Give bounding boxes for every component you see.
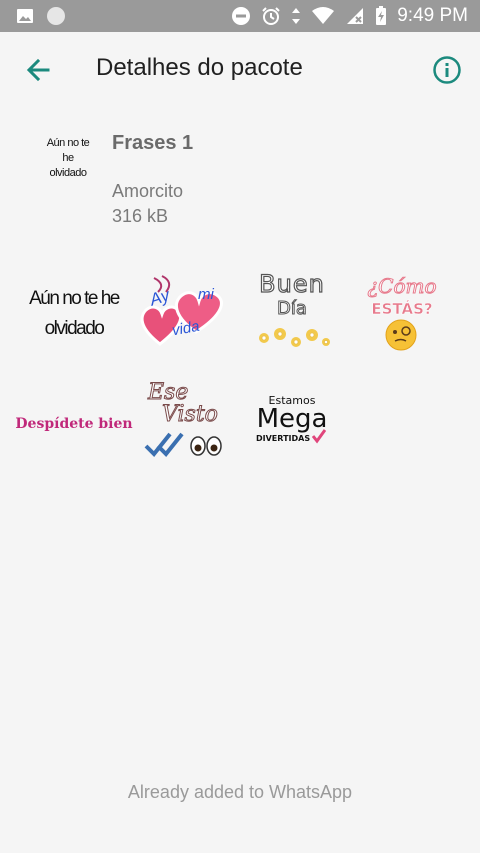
pack-name: Frases 1 <box>112 132 194 154</box>
pack-size: 316 kB <box>112 206 169 226</box>
app-bar: Detalhes do pacote <box>0 32 480 108</box>
double-check-eyes-icon <box>144 432 222 457</box>
sticker-buen-dia[interactable]: Buen Día <box>246 268 338 360</box>
dnd-icon <box>232 7 251 25</box>
battery-charging-icon <box>376 6 387 25</box>
hearts-icon <box>140 275 223 346</box>
sticker-ay-mi-vida[interactable]: Ay mi vida <box>138 270 230 362</box>
arrow-left-icon[interactable] <box>24 56 52 84</box>
wifi-icon <box>312 7 335 24</box>
info-icon[interactable] <box>432 55 462 85</box>
circle-icon <box>47 7 65 25</box>
sticker-aun-no-te-he-olvidado[interactable]: Aún no te he olvidado <box>28 268 120 360</box>
status-bar: 9:49 PM <box>0 0 480 32</box>
pink-check-icon <box>312 429 326 444</box>
sticker-text: Aún no te he olvidado <box>29 288 120 339</box>
thinking-face-icon <box>385 319 417 351</box>
sticker-estamos-mega-divertidas[interactable]: Estamos Mega DIVERTIDAS <box>246 378 338 470</box>
signal-icon <box>347 8 364 24</box>
data-arrows-icon <box>292 8 301 24</box>
already-added-status: Already added to WhatsApp <box>127 782 353 802</box>
sticker-despidete-bien[interactable]: Despídete bien <box>15 378 132 470</box>
pack-tray-icon: Aún no te he olvidado <box>40 136 96 181</box>
sticker-ese-visto[interactable]: Ese Visto <box>138 378 230 470</box>
alarm-icon <box>262 7 280 25</box>
flowers-icon <box>259 328 330 347</box>
status-time: 9:49 PM <box>397 5 468 26</box>
sticker-como-estas[interactable]: ¿Cómo ESTÁS? <box>356 268 448 360</box>
tray-text-line1: Aún no te he <box>46 137 90 164</box>
pack-author: Amorcito <box>112 181 184 201</box>
page-title: Detalhes do pacote <box>96 54 303 81</box>
image-icon <box>17 9 33 23</box>
tray-text-line2: olvidado <box>49 167 87 179</box>
